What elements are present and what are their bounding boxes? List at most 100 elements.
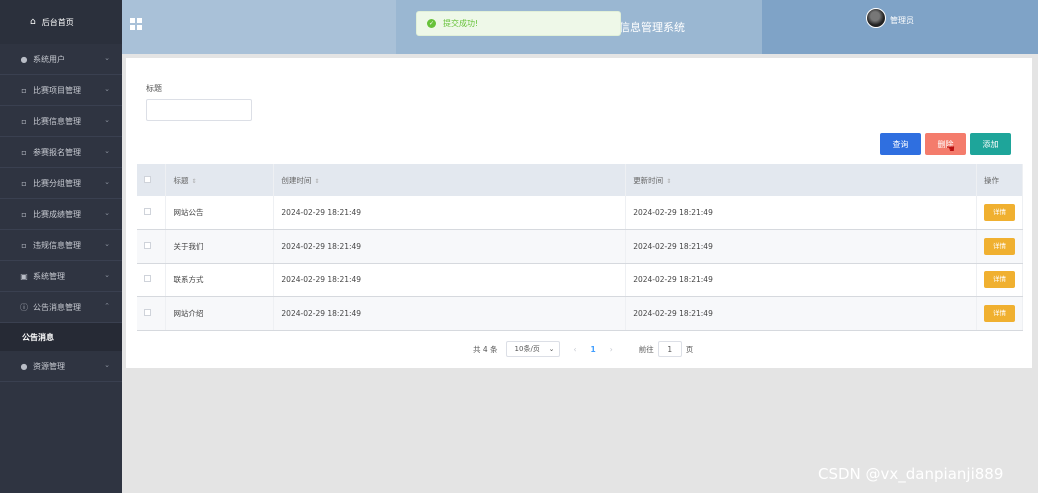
sidebar-item-match-info[interactable]: ▫ 比赛信息管理 ⌄ — [0, 106, 122, 137]
chevron-down-icon: ⌄ — [104, 271, 110, 279]
select-all-checkbox[interactable] — [144, 175, 151, 183]
detail-button[interactable]: 详情 — [983, 237, 1015, 255]
chevron-down-icon: ⌄ — [104, 85, 110, 93]
cell-title: 网站介绍 — [165, 296, 275, 331]
success-toast: ✓ 提交成功! — [416, 11, 621, 36]
sidebar-item-violations[interactable]: ▫ 违规信息管理 ⌄ — [0, 230, 122, 261]
menu-grid-icon[interactable] — [130, 18, 142, 30]
sidebar-item-scores[interactable]: ▫ 比赛成绩管理 ⌄ — [0, 199, 122, 230]
table-row: 关于我们 2024-02-29 18:21:49 2024-02-29 18:2… — [137, 229, 1024, 264]
goto-unit: 页 — [685, 344, 694, 354]
chevron-down-icon: ⌄ — [104, 240, 110, 248]
sidebar-home-label: 后台首页 — [41, 17, 74, 27]
sidebar-item-project[interactable]: ▫ 比赛项目管理 ⌄ — [0, 75, 122, 106]
edit-icon: ▫ — [21, 178, 27, 188]
sidebar-item-announcements[interactable]: ⓘ 公告消息管理 ⌃ — [0, 292, 122, 323]
main-panel: 标题 查询 删除 添加 ☚ 标题 ⇕ 创建时间 ⇕ 更新时间 ⇕ 操作 网站公告 20… — [126, 58, 1032, 368]
goto-page-input[interactable]: 1 — [657, 341, 682, 357]
detail-button[interactable]: 详情 — [983, 271, 1015, 289]
toast-message: 提交成功! — [443, 19, 479, 28]
chevron-down-icon: ⌄ — [104, 147, 110, 155]
sidebar-item-label: 比赛信息管理 — [33, 116, 81, 126]
cell-title: 联系方式 — [165, 263, 275, 297]
chevron-down-icon: ⌄ — [104, 178, 110, 186]
edit-icon: ▫ — [21, 147, 27, 157]
edit-icon: ▫ — [21, 116, 27, 126]
home-icon: ⌂ — [30, 17, 36, 27]
row-checkbox[interactable] — [144, 275, 151, 283]
hand-cursor-icon: ☚ — [946, 144, 955, 155]
edit-icon: ▫ — [21, 209, 27, 219]
sort-icon[interactable]: ⇕ — [191, 178, 196, 185]
avatar[interactable] — [866, 8, 886, 28]
sidebar-item-resources[interactable]: ● 资源管理 ⌄ — [0, 351, 122, 382]
row-checkbox[interactable] — [144, 241, 151, 249]
chevron-down-icon: ⌄ — [548, 345, 555, 353]
sidebar-item-label: 比赛成绩管理 — [33, 209, 81, 219]
cell-title: 网站公告 — [165, 196, 275, 230]
sidebar-item-registration[interactable]: ▫ 参赛报名管理 ⌄ — [0, 137, 122, 168]
detail-button[interactable]: 详情 — [983, 304, 1015, 322]
cell-created: 2024-02-29 18:21:49 — [273, 196, 627, 230]
cell-updated: 2024-02-29 18:21:49 — [625, 263, 977, 297]
sidebar-item-system-admin[interactable]: ▣ 系统管理 ⌄ — [0, 261, 122, 292]
sidebar-item-label: 系统管理 — [33, 271, 65, 281]
detail-button[interactable]: 详情 — [983, 204, 1015, 221]
row-checkbox[interactable] — [144, 308, 151, 316]
query-button[interactable]: 查询 — [880, 133, 921, 155]
cell-updated: 2024-02-29 18:21:49 — [625, 196, 977, 230]
chevron-down-icon: ⌄ — [104, 209, 110, 217]
edit-icon: ▫ — [21, 85, 27, 95]
select-all-cell[interactable] — [137, 164, 167, 196]
sort-icon[interactable]: ⇕ — [666, 178, 671, 185]
column-header-actions: 操作 — [976, 164, 1024, 196]
info-icon: ⓘ — [20, 302, 28, 312]
sidebar-item-label: 违规信息管理 — [33, 240, 81, 250]
sidebar-home[interactable]: ⌂ 后台首页 — [0, 0, 122, 44]
page-number-current[interactable]: 1 — [591, 345, 596, 354]
sidebar-item-label: 比赛项目管理 — [33, 85, 81, 95]
data-table: 标题 ⇕ 创建时间 ⇕ 更新时间 ⇕ 操作 网站公告 2024-02-29 18:21… — [137, 164, 1024, 331]
sidebar-subitem-label: 公告消息 — [22, 332, 54, 342]
cell-created: 2024-02-29 18:21:49 — [273, 296, 627, 331]
edit-icon: ▫ — [21, 240, 27, 250]
chevron-up-icon: ⌃ — [104, 302, 110, 310]
pagination: 共 4 条 10条/页 ⌄ ‹ 1 › 前往 1 页 — [473, 341, 693, 357]
page-size-select[interactable]: 10条/页 ⌄ — [505, 341, 560, 357]
next-page-icon[interactable]: › — [610, 345, 613, 354]
cell-title: 关于我们 — [165, 229, 275, 264]
add-button[interactable]: 添加 — [970, 133, 1011, 155]
sidebar-item-grouping[interactable]: ▫ 比赛分组管理 ⌄ — [0, 168, 122, 199]
system-title: 信息管理系统 — [619, 21, 685, 34]
admin-name[interactable]: 管理员 — [890, 15, 914, 26]
cell-updated: 2024-02-29 18:21:49 — [625, 296, 977, 331]
title-filter-input[interactable] — [146, 99, 252, 121]
goto-label: 前往 — [638, 344, 654, 354]
chevron-down-icon: ⌄ — [104, 361, 110, 369]
sidebar-item-label: 系统用户 — [33, 54, 65, 64]
sidebar-item-label: 比赛分组管理 — [33, 178, 81, 188]
sort-icon[interactable]: ⇕ — [314, 178, 319, 185]
column-header-created[interactable]: 创建时间 ⇕ — [273, 164, 627, 196]
row-checkbox[interactable] — [144, 208, 151, 215]
sidebar-item-label: 参赛报名管理 — [33, 147, 81, 157]
table-row: 联系方式 2024-02-29 18:21:49 2024-02-29 18:2… — [137, 263, 1024, 297]
watermark: CSDN @vx_danpianji889 — [818, 465, 1004, 483]
column-header-updated[interactable]: 更新时间 ⇕ — [625, 164, 977, 196]
chevron-down-icon: ⌄ — [104, 116, 110, 124]
sidebar-item-system-users[interactable]: ● 系统用户 ⌄ — [0, 44, 122, 75]
column-header-title[interactable]: 标题 ⇕ — [165, 164, 275, 196]
pagination-total: 共 4 条 — [473, 344, 498, 354]
table-row: 网站介绍 2024-02-29 18:21:49 2024-02-29 18:2… — [137, 296, 1024, 331]
sidebar-item-label: 资源管理 — [33, 361, 65, 371]
sidebar-item-label: 公告消息管理 — [33, 302, 81, 312]
user-icon: ● — [20, 54, 28, 64]
chevron-down-icon: ⌄ — [104, 54, 110, 62]
sidebar: ⌂ 后台首页 ● 系统用户 ⌄ ▫ 比赛项目管理 ⌄ ▫ 比赛信息管理 ⌄ ▫ … — [0, 0, 122, 493]
location-icon: ● — [20, 361, 28, 371]
prev-page-icon[interactable]: ‹ — [574, 345, 577, 354]
table-row: 网站公告 2024-02-29 18:21:49 2024-02-29 18:2… — [137, 196, 1024, 230]
picture-icon: ▣ — [20, 271, 28, 281]
check-circle-icon: ✓ — [427, 19, 436, 28]
sidebar-subitem-announcement[interactable]: 公告消息 — [0, 323, 122, 351]
